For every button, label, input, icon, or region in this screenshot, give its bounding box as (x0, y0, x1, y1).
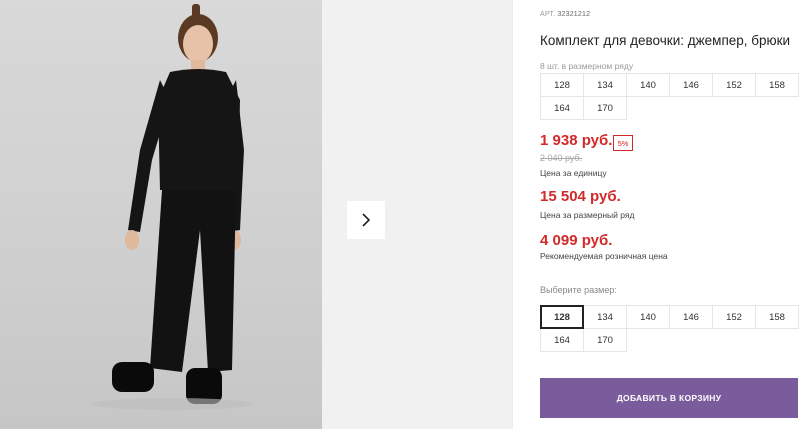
size-option-128[interactable]: 128 (540, 305, 584, 329)
chevron-right-icon (362, 213, 371, 227)
size-option-164[interactable]: 164 (540, 328, 584, 352)
article-number: АРТ. 32321212 (540, 11, 590, 18)
range-size-cell: 164 (540, 96, 584, 120)
size-option-152[interactable]: 152 (712, 305, 756, 329)
article-label: АРТ. (540, 11, 556, 18)
old-price: 2 040 руб. (540, 153, 583, 163)
size-option-140[interactable]: 140 (626, 305, 670, 329)
size-selector: 128 134 140 146 152 158 164 170 (540, 305, 799, 352)
range-size-cell: 140 (626, 73, 670, 97)
article-value: 32321212 (557, 11, 591, 18)
add-to-cart-button[interactable]: ДОБАВИТЬ В КОРЗИНУ (540, 378, 798, 418)
unit-price-note: Цена за единицу (540, 168, 607, 178)
divider (512, 0, 513, 429)
range-price: 15 504 руб. (540, 188, 621, 205)
unit-price: 1 938 руб. (540, 132, 613, 149)
size-option-158[interactable]: 158 (755, 305, 799, 329)
size-selector-label: Выберите размер: (540, 285, 617, 295)
range-size-cell: 128 (540, 73, 584, 97)
range-size-cell: 170 (583, 96, 627, 120)
size-option-134[interactable]: 134 (583, 305, 627, 329)
range-size-cell: 152 (712, 73, 756, 97)
retail-price: 4 099 руб. (540, 232, 613, 249)
gallery-next-button[interactable] (347, 201, 385, 239)
range-size-cell: 134 (583, 73, 627, 97)
range-size-cell: 158 (755, 73, 799, 97)
range-price-note: Цена за размерный ряд (540, 210, 635, 220)
discount-badge: 5% (613, 135, 633, 151)
range-note: 8 шт. в размерном ряду (540, 61, 634, 71)
model-figure (92, 4, 252, 410)
product-gallery (0, 0, 512, 429)
product-photo[interactable] (0, 0, 322, 429)
size-option-146[interactable]: 146 (669, 305, 713, 329)
retail-price-note: Рекомендуемая розничная цена (540, 251, 668, 261)
range-size-cell: 146 (669, 73, 713, 97)
size-range-grid: 128 134 140 146 152 158 164 170 (540, 73, 799, 120)
product-title: Комплект для девочки: джемпер, брюки (540, 33, 791, 48)
size-option-170[interactable]: 170 (583, 328, 627, 352)
